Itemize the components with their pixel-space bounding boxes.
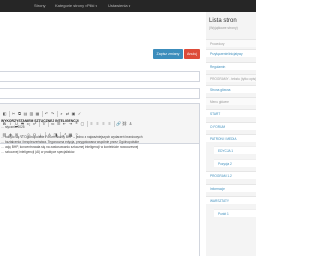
chevron-down-icon: ▾ xyxy=(128,4,131,8)
top-navigation-bar: Strony Kategorie strony ▾ Pliki ▾ Ustawi… xyxy=(0,0,256,12)
sidebar-subtitle: (Wyjątkowe strony) xyxy=(209,26,238,30)
chevron-down-icon: ▾ xyxy=(95,4,97,8)
pages-sidebar: Lista stron (Wyjątkowe strony) Procedury… xyxy=(206,12,256,256)
sidebar-item-start[interactable]: START xyxy=(206,109,256,117)
sidebar-item-przylaczenie[interactable]: Przyłączenie/inicjatywy xyxy=(206,49,256,57)
toolbar-separator xyxy=(42,111,43,117)
undo-icon[interactable]: ↶ xyxy=(44,111,49,116)
sidebar-item-patroni[interactable]: PATRONI I MEDIA xyxy=(206,134,256,142)
anchor-icon[interactable]: ⚓ xyxy=(128,121,133,126)
nav-item-strony[interactable]: Strony xyxy=(34,3,46,9)
toolbar-separator xyxy=(9,111,10,117)
nav-item-label: Pliki xyxy=(87,3,95,8)
sidebar-subitem-punkt[interactable]: Punkt 1 xyxy=(214,209,256,217)
save-button[interactable]: Zapisz zmiany xyxy=(153,49,183,59)
unlink-icon[interactable]: ⛓ xyxy=(122,121,127,126)
replace-icon[interactable]: ⇄ xyxy=(65,111,70,116)
nav-item-label: Kategorie strony xyxy=(55,3,85,8)
paragraph-line: … kształcenia i bezpieczeństwa. Tegorocz… xyxy=(1,140,139,144)
redo-icon[interactable]: ↷ xyxy=(50,111,55,116)
nav-item-ustawienia[interactable]: Ustawienia ▾ xyxy=(108,3,130,9)
sidebar-subitem-pozycja[interactable]: Pozycja 2 xyxy=(214,159,256,167)
page-title-field[interactable] xyxy=(0,71,200,82)
cut-icon[interactable]: ✂ xyxy=(11,111,16,116)
align-center-icon[interactable]: ≡ xyxy=(95,121,100,126)
paragraph-line: … odbyło się VI Ogólnopolskie Forum Służ… xyxy=(1,135,143,139)
document-date: … stycznia 2025 xyxy=(1,125,25,129)
nav-item-label: Ustawienia xyxy=(108,3,128,8)
sidebar-item-informacje[interactable]: Informacje xyxy=(206,184,256,192)
toolbar-separator xyxy=(57,111,58,117)
copy-icon[interactable]: ⧉ xyxy=(17,111,22,116)
sidebar-item-procedury[interactable]: Procedury xyxy=(206,39,256,47)
sidebar-item-programy[interactable]: PROGRAMY - tekstu (tylko opis) xyxy=(206,74,256,82)
toolbar-separator xyxy=(114,121,115,127)
nav-item-label: Strony xyxy=(34,3,46,8)
sidebar-item-strona-glowna[interactable]: Strona główna xyxy=(206,85,256,93)
sidebar-item-regulamin[interactable]: Regulamin xyxy=(206,62,256,70)
nav-item-kategorie[interactable]: Kategorie strony ▾ xyxy=(55,3,87,9)
paste-word-icon[interactable]: ▦ xyxy=(35,111,40,116)
rich-text-editor[interactable]: ◧ ✂ ⧉ ▤ ▥ ▦ ↶ ↷ ⌕ ⇄ ▣ ✓ B I U S x₂ x² T̸… xyxy=(0,103,200,256)
link-icon[interactable]: 🔗 xyxy=(116,121,121,126)
paragraph-line: … sztucznej inteligencji (AI) w praktyce… xyxy=(1,150,76,154)
sidebar-title: Lista stron xyxy=(209,18,237,24)
div-container-icon[interactable]: ▢ xyxy=(80,121,85,126)
find-icon[interactable]: ⌕ xyxy=(59,111,64,116)
toolbar-separator xyxy=(87,121,88,127)
select-all-icon[interactable]: ▣ xyxy=(71,111,76,116)
nav-item-pliki[interactable]: Pliki ▾ xyxy=(87,3,97,9)
source-icon[interactable]: ◧ xyxy=(2,111,7,116)
sidebar-item-o-forum[interactable]: O FORUM xyxy=(206,122,256,130)
paste-text-icon[interactable]: ▥ xyxy=(29,111,34,116)
page-editor: Zapisz zmiany Anuluj ◧ ✂ ⧉ ▤ ▥ ▦ ↶ ↷ ⌕ ⇄… xyxy=(0,12,206,256)
paste-icon[interactable]: ▤ xyxy=(23,111,28,116)
align-right-icon[interactable]: ≡ xyxy=(101,121,106,126)
cancel-button[interactable]: Anuluj xyxy=(184,49,200,59)
sidebar-item-program[interactable]: PROGRAM 1.2 xyxy=(206,171,256,179)
document-heading: WYKORZYSTANIEM SZTUCZNEJ INTELIGENCJI xyxy=(1,119,79,123)
align-left-icon[interactable]: ≡ xyxy=(89,121,94,126)
align-justify-icon[interactable]: ≡ xyxy=(107,121,112,126)
paragraph-line: … ację BHP, koncentrowała się na zastoso… xyxy=(1,145,139,149)
sidebar-subitem-edycja[interactable]: EDYCJA 1 xyxy=(214,146,256,154)
spellcheck-icon[interactable]: ✓ xyxy=(77,111,82,116)
sidebar-item-warsztaty[interactable]: WARSZTATY xyxy=(206,196,256,204)
sidebar-item-menu-glowne[interactable]: Menu główne xyxy=(206,97,256,105)
page-slug-field[interactable] xyxy=(0,88,200,99)
